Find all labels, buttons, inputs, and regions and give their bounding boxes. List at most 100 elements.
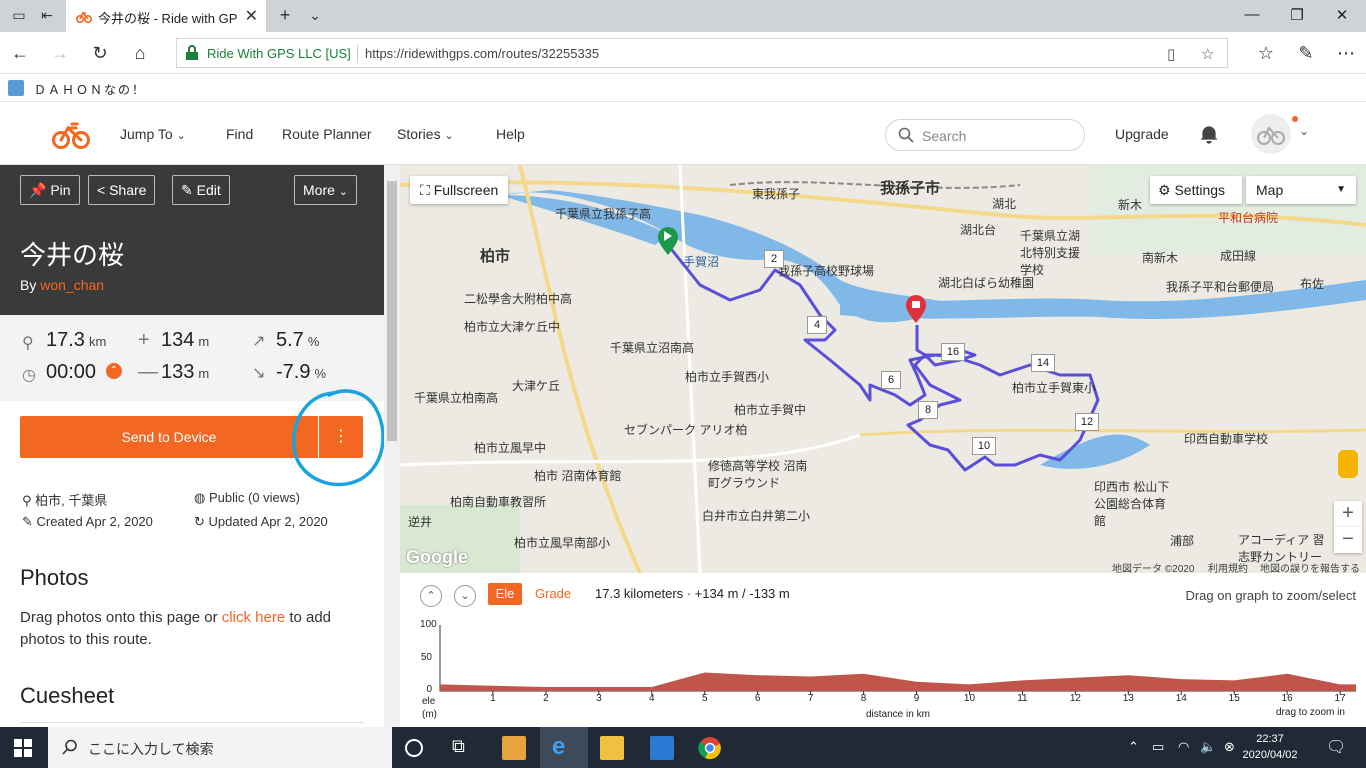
new-tab-icon[interactable]: + bbox=[276, 5, 294, 25]
set-aside-tabs-icon[interactable]: ⇤ bbox=[38, 7, 56, 25]
edit-button[interactable]: ✎ Edit bbox=[172, 175, 230, 205]
windows-start-icon[interactable] bbox=[14, 739, 32, 757]
upgrade-link[interactable]: Upgrade bbox=[1115, 126, 1169, 142]
battery-icon[interactable]: ▭ bbox=[1152, 739, 1164, 755]
close-window-icon[interactable]: ✕ bbox=[1332, 6, 1352, 24]
chevron-up-icon[interactable]: ⌃ bbox=[106, 363, 122, 379]
photos-text-a: Drag photos onto this page or bbox=[20, 609, 222, 626]
map-settings-button[interactable]: ⚙ Settings bbox=[1150, 176, 1242, 204]
elevation-profile-area[interactable] bbox=[440, 672, 1356, 692]
map-report-link[interactable]: 地図の誤りを報告する bbox=[1260, 560, 1360, 573]
zoom-out-icon[interactable]: − bbox=[1334, 527, 1362, 553]
cortana-icon[interactable] bbox=[405, 739, 423, 757]
nav-stories[interactable]: Stories ⌄ bbox=[397, 126, 454, 142]
media-player-icon[interactable] bbox=[502, 736, 526, 760]
route-marker[interactable]: 16 bbox=[941, 343, 965, 361]
edge-browser-icon[interactable]: e bbox=[552, 733, 576, 760]
nav-help[interactable]: Help bbox=[496, 126, 525, 142]
route-hero: 📌 Pin < Share ✎ Edit More ⌄ 今井の桜 By won_… bbox=[0, 165, 384, 315]
taskbar-clock[interactable]: 22:37 2020/04/02 bbox=[1240, 731, 1300, 763]
updated-meta: ↻ Updated Apr 2, 2020 bbox=[194, 514, 328, 530]
sidebar-scrollbar[interactable] bbox=[384, 165, 400, 727]
active-tab[interactable]: 今井の桜 - Ride with GPS ✕ bbox=[66, 0, 266, 32]
grade-up-unit: % bbox=[307, 334, 320, 349]
map-label: 大津ケ丘 bbox=[512, 379, 561, 393]
elevation-panel: ⌃ ⌄ Ele Grade 17.3 kilometers · +134 m /… bbox=[400, 573, 1366, 727]
route-marker[interactable]: 6 bbox=[881, 371, 901, 389]
map-label: 成田線 bbox=[1220, 249, 1257, 263]
chrome-icon[interactable] bbox=[698, 736, 722, 760]
rwgps-logo-icon[interactable] bbox=[52, 120, 90, 150]
ele-tab[interactable]: Ele bbox=[488, 583, 522, 605]
route-marker[interactable]: 12 bbox=[1075, 413, 1099, 431]
map-label: 千葉県立沼南高 bbox=[610, 341, 695, 355]
favorite-star-icon[interactable]: ☆ bbox=[1201, 45, 1214, 63]
zoom-in-icon[interactable]: + bbox=[1334, 501, 1362, 527]
chevron-down-icon[interactable]: ⌄ bbox=[454, 585, 476, 607]
task-view-icon[interactable]: ⧉ bbox=[452, 736, 476, 760]
map-label: 浦部 bbox=[1170, 534, 1195, 548]
back-icon[interactable]: ← bbox=[10, 43, 30, 63]
reading-view-icon[interactable]: ▯ bbox=[1167, 45, 1175, 63]
route-marker[interactable]: 4 bbox=[807, 316, 827, 334]
map-pond bbox=[1040, 434, 1150, 469]
account-chevron-icon[interactable]: ⌄ bbox=[1299, 124, 1309, 138]
route-marker[interactable]: 8 bbox=[918, 401, 938, 419]
route-marker[interactable]: 14 bbox=[1031, 354, 1055, 372]
owner-link[interactable]: won_chan bbox=[40, 277, 104, 293]
action-center-icon[interactable]: 🗨 bbox=[1326, 737, 1346, 757]
share-button[interactable]: < Share bbox=[88, 175, 156, 205]
clock-date: 2020/04/02 bbox=[1242, 749, 1298, 761]
location-meta: ⚲ 柏市, 千葉県 bbox=[22, 490, 107, 509]
file-explorer-icon[interactable] bbox=[600, 736, 624, 760]
send-to-device-button[interactable]: Send to Device bbox=[20, 416, 318, 458]
volume-icon[interactable]: 🔈 bbox=[1200, 739, 1216, 755]
grade-tab[interactable]: Grade bbox=[535, 586, 571, 601]
map-label: 修徳高等学校 沼南町グラウンド bbox=[708, 459, 808, 490]
forward-icon[interactable]: → bbox=[50, 43, 70, 63]
map-type-select[interactable]: Map ▼ bbox=[1246, 176, 1356, 204]
restore-icon[interactable]: ❐ bbox=[1287, 6, 1307, 24]
x-tick-label: 4 bbox=[649, 693, 655, 704]
notification-bell-icon[interactable] bbox=[1199, 124, 1219, 144]
scrollbar-thumb[interactable] bbox=[387, 181, 397, 441]
ime-off-icon[interactable]: ⊗ bbox=[1224, 739, 1235, 755]
pen-icon[interactable]: ✎ bbox=[1296, 43, 1316, 63]
fullscreen-button[interactable]: ⛶ Fullscreen bbox=[410, 176, 508, 204]
nav-find[interactable]: Find bbox=[226, 126, 253, 142]
pin-button[interactable]: 📌 Pin bbox=[20, 175, 80, 205]
location-pin-icon: ⚲ bbox=[22, 493, 32, 508]
taskbar-search[interactable]: ここに入力して検索 bbox=[48, 727, 392, 768]
mail-icon[interactable] bbox=[650, 736, 674, 760]
chevron-up-icon[interactable]: ⌃ bbox=[420, 585, 442, 607]
street-view-pegman-icon[interactable] bbox=[1338, 450, 1358, 478]
minimize-icon[interactable]: — bbox=[1242, 6, 1262, 23]
route-marker[interactable]: 10 bbox=[972, 437, 996, 455]
route-map[interactable]: ⛶ Fullscreen ⚙ Settings Map ▼ 我孫子市 柏市 手賀沼… bbox=[400, 165, 1366, 573]
favorite-link[interactable]: ＤＡＨＯＮなの！ bbox=[34, 81, 146, 98]
user-avatar[interactable] bbox=[1251, 114, 1291, 154]
annotation-circle bbox=[292, 389, 385, 487]
map-label: 柏市立手賀西小 bbox=[685, 370, 770, 384]
nav-route-planner[interactable]: Route Planner bbox=[282, 126, 372, 142]
wifi-icon[interactable]: ◠ bbox=[1178, 739, 1189, 755]
tab-preview-icon[interactable]: ▭ bbox=[10, 7, 28, 25]
map-terms-link[interactable]: 利用規約 bbox=[1208, 560, 1248, 573]
close-tab-icon[interactable]: ✕ bbox=[245, 6, 258, 26]
tab-list-chevron-icon[interactable]: ⌄ bbox=[306, 7, 324, 25]
tray-chevron-icon[interactable]: ⌃ bbox=[1128, 739, 1139, 755]
refresh-icon[interactable]: ↻ bbox=[90, 43, 110, 63]
site-search-input[interactable]: Search bbox=[885, 119, 1085, 151]
photos-click-here-link[interactable]: click here bbox=[222, 609, 285, 626]
favorites-hub-icon[interactable]: ☆ bbox=[1256, 43, 1276, 63]
more-menu-icon[interactable]: ⋯ bbox=[1336, 43, 1356, 63]
route-marker[interactable]: 2 bbox=[764, 250, 784, 268]
map-label: 柏市立手賀東小 bbox=[1012, 381, 1097, 395]
url-field[interactable]: Ride With GPS LLC [US] https://ridewithg… bbox=[176, 38, 1228, 68]
more-dropdown-button[interactable]: More ⌄ bbox=[294, 175, 358, 205]
x-tick-label: 1 bbox=[490, 693, 496, 704]
search-icon bbox=[62, 739, 77, 755]
home-icon[interactable]: ⌂ bbox=[130, 43, 150, 63]
nav-jump-to[interactable]: Jump To ⌄ bbox=[120, 126, 186, 142]
start-pin-icon[interactable] bbox=[658, 227, 678, 255]
